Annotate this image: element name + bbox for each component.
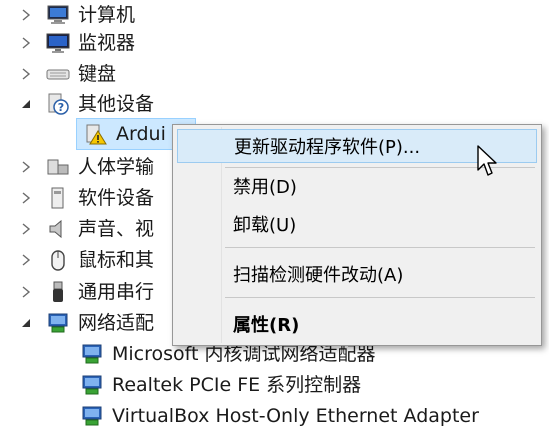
menu-item-label: 属性(R) (233, 315, 300, 336)
menu-separator (225, 297, 535, 298)
tree-item-network-adapters[interactable]: 网络适配 (20, 308, 154, 338)
speaker-icon (46, 217, 70, 241)
monitor-icon (46, 31, 70, 55)
tree-item-label: Ardui (116, 123, 166, 145)
menu-item-label: 更新驱动程序软件(P)... (234, 137, 421, 158)
network-adapter-icon (80, 373, 104, 397)
tree-item-hid[interactable]: 人体学输 (20, 152, 154, 182)
expand-arrow-icon[interactable] (20, 36, 32, 50)
tree-item-sound-video[interactable]: 声音、视 (20, 214, 154, 244)
collapse-arrow-icon[interactable] (20, 316, 32, 330)
mouse-cursor-icon (477, 145, 499, 179)
network-adapter-icon (46, 311, 70, 335)
expand-arrow-icon[interactable] (20, 253, 32, 267)
network-adapter-icon (80, 404, 104, 428)
menu-item-properties[interactable]: 属性(R) (177, 307, 537, 341)
tree-item-label: 鼠标和其 (78, 249, 155, 271)
tree-item-realtek-controller[interactable]: Realtek PCIe FE 系列控制器 (80, 370, 361, 400)
software-device-icon (46, 186, 70, 210)
svg-text:?: ? (58, 101, 64, 114)
expand-arrow-icon[interactable] (20, 160, 32, 174)
computer-icon (46, 3, 70, 27)
unknown-device-icon: ? (46, 92, 70, 116)
tree-item-label: 监视器 (78, 32, 136, 54)
tree-item-usb[interactable]: 通用串行 (20, 277, 154, 307)
hid-icon (46, 155, 70, 179)
tree-item-label: Realtek PCIe FE 系列控制器 (112, 374, 362, 396)
tree-item-computer[interactable]: 计算机 (20, 0, 135, 30)
tree-item-label: 人体学输 (78, 156, 155, 178)
expand-arrow-icon[interactable] (20, 191, 32, 205)
tree-item-label: 声音、视 (78, 218, 155, 240)
collapse-arrow-icon[interactable] (20, 97, 32, 111)
expand-arrow-icon[interactable] (20, 67, 32, 81)
tree-item-keyboard[interactable]: 键盘 (20, 59, 116, 89)
menu-item-uninstall[interactable]: 卸载(U) (177, 207, 537, 241)
menu-item-label: 卸载(U) (233, 215, 297, 236)
network-adapter-icon (80, 342, 104, 366)
tree-item-other-devices[interactable]: ? 其他设备 (20, 89, 154, 119)
tree-item-monitor[interactable]: 监视器 (20, 28, 135, 58)
usb-icon (46, 280, 70, 304)
tree-item-label: 网络适配 (78, 312, 155, 334)
menu-separator (225, 247, 535, 248)
tree-item-arduino[interactable]: Ardui (84, 119, 166, 149)
tree-item-label: 计算机 (78, 4, 136, 26)
tree-item-label: 软件设备 (78, 187, 155, 209)
tree-item-mouse[interactable]: 鼠标和其 (20, 245, 154, 275)
tree-item-label: VirtualBox Host-Only Ethernet Adapter (112, 405, 479, 427)
menu-item-label: 扫描检测硬件改动(A) (233, 265, 404, 286)
keyboard-icon (46, 62, 70, 86)
tree-item-label: 键盘 (78, 63, 117, 85)
tree-item-virtualbox-adapter[interactable]: VirtualBox Host-Only Ethernet Adapter (80, 401, 479, 431)
tree-item-label: 通用串行 (78, 281, 155, 303)
menu-item-scan-hardware[interactable]: 扫描检测硬件改动(A) (177, 257, 537, 291)
expand-arrow-icon[interactable] (20, 8, 32, 22)
menu-item-label: 禁用(D) (233, 177, 297, 198)
tree-item-software-devices[interactable]: 软件设备 (20, 183, 154, 213)
mouse-icon (46, 248, 70, 272)
tree-item-label: 其他设备 (78, 93, 155, 115)
expand-arrow-icon[interactable] (20, 222, 32, 236)
expand-arrow-icon[interactable] (20, 285, 32, 299)
warning-device-icon (84, 122, 108, 146)
